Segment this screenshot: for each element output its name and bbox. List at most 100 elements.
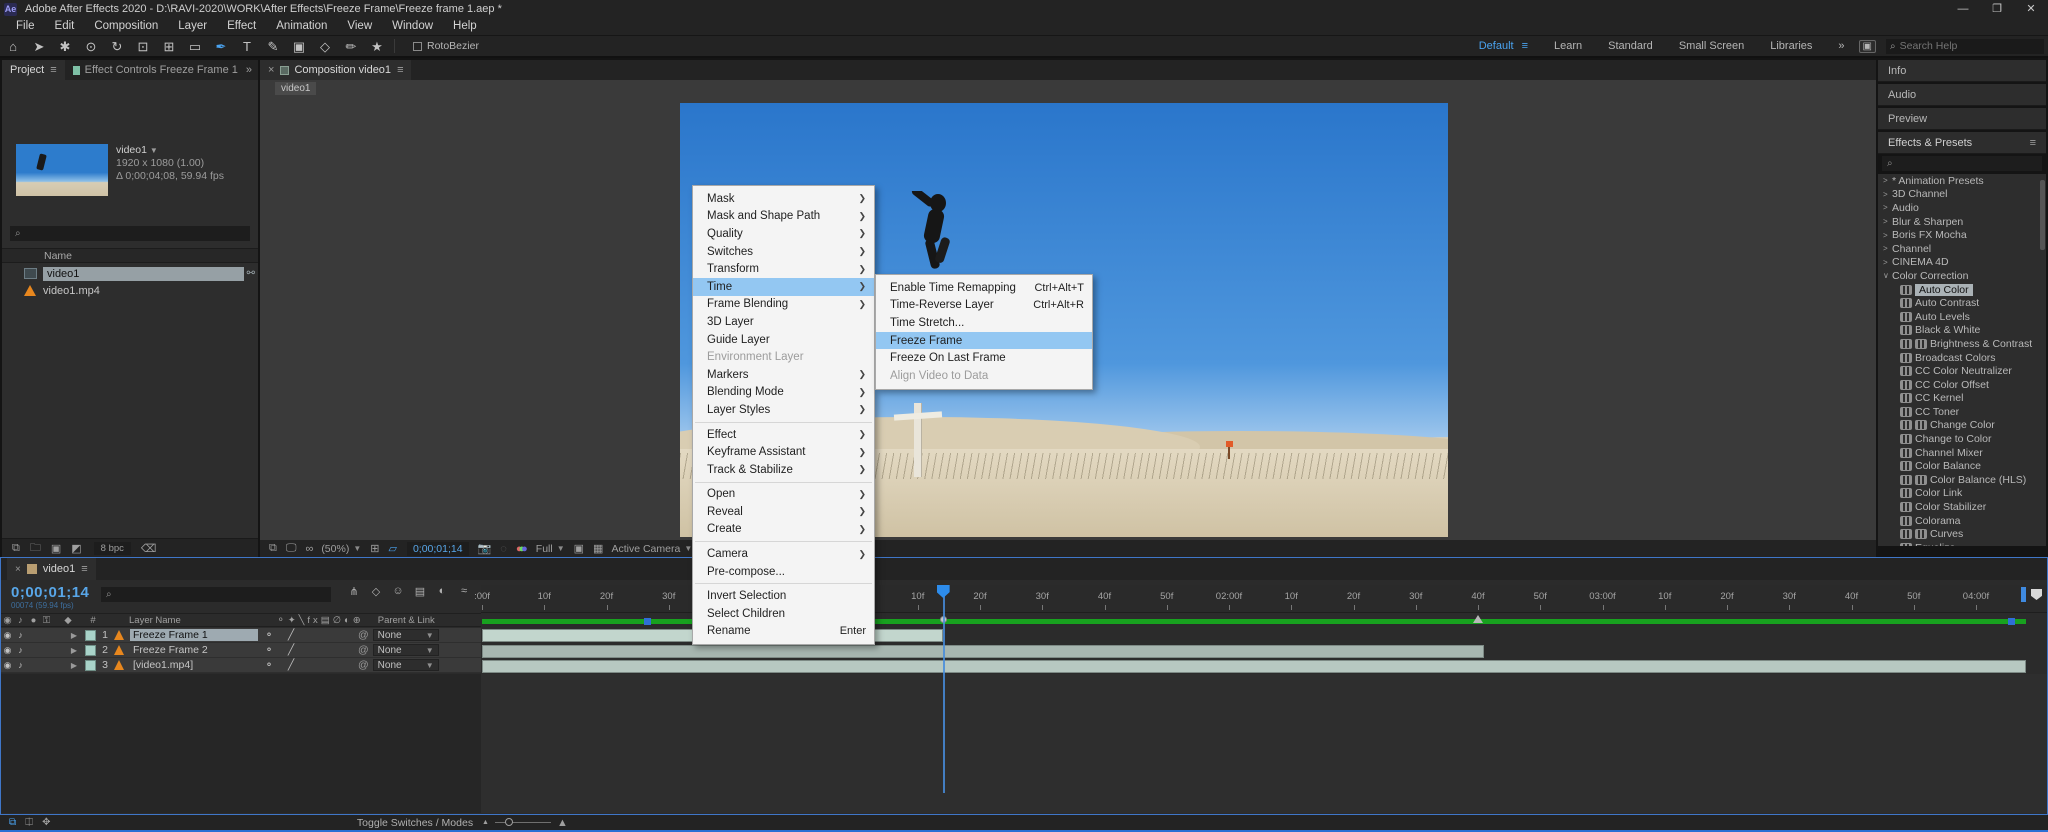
menu-item-mask-and-shape-path[interactable]: Mask and Shape Path❯ [693, 208, 874, 226]
fx-switch[interactable] [302, 629, 324, 641]
playhead-line[interactable] [943, 585, 945, 793]
effects-group--animation-presets[interactable]: >* Animation Presets [1878, 174, 2046, 188]
lock-icon[interactable] [40, 660, 53, 671]
effect-item-cc-toner[interactable]: CC Toner [1878, 405, 2046, 419]
effect-item-auto-contrast[interactable]: Auto Contrast [1878, 296, 2046, 310]
magnification-value[interactable]: (50%) [321, 543, 349, 555]
effect-item-change-to-color[interactable]: Change to Color [1878, 432, 2046, 446]
target-region-icon[interactable]: ▣ [574, 542, 584, 555]
effect-item-color-balance-hls-[interactable]: Color Balance (HLS) [1878, 473, 2046, 487]
effects-group-boris-fx-mocha[interactable]: >Boris FX Mocha [1878, 228, 2046, 242]
show-snapshot-icon[interactable]: ◌ [500, 543, 507, 555]
layer-name[interactable]: Freeze Frame 2 [130, 644, 258, 656]
close-button[interactable]: ✕ [2014, 0, 2048, 18]
project-search-input[interactable]: ⌕ [10, 226, 250, 241]
active-camera-value[interactable]: Active Camera [611, 543, 680, 555]
menu-item-reveal[interactable]: Reveal❯ [693, 503, 874, 521]
shape-tool[interactable]: ▭ [182, 36, 208, 57]
effect-item-curves[interactable]: Curves [1878, 527, 2046, 541]
effect-item-color-balance[interactable]: Color Balance [1878, 459, 2046, 473]
fx-switch[interactable] [302, 644, 324, 656]
draft-3d-icon[interactable]: ◇ [365, 585, 387, 598]
pick-whip-icon[interactable]: @ [358, 659, 369, 671]
pan-behind-tool[interactable]: ⊞ [156, 36, 182, 57]
effect-item-change-color[interactable]: Change Color [1878, 419, 2046, 433]
menu-item-time[interactable]: Time❯ [693, 278, 874, 296]
menu-item-pre-compose-[interactable]: Pre-compose... [693, 563, 874, 581]
effect-item-equalize[interactable]: Equalize [1878, 541, 2046, 546]
motion-blur-icon[interactable]: ◐ [431, 585, 453, 598]
pick-whip-icon[interactable]: @ [358, 629, 369, 641]
puppet-pin-tool[interactable]: ★ [364, 36, 390, 57]
selection-tool[interactable]: ➤ [26, 36, 52, 57]
audio-speaker-icon[interactable]: ♪ [14, 645, 27, 656]
menu-item-track-stabilize[interactable]: Track & Stabilize❯ [693, 461, 874, 479]
tab-project[interactable]: Project≡ [2, 60, 65, 80]
close-tab-icon[interactable]: × [268, 64, 274, 76]
tab-composition-video1[interactable]: × Composition video1 ≡ [260, 60, 411, 80]
quality-switch[interactable]: ╱ [280, 629, 302, 641]
zoom-in-icon[interactable]: ▲ [557, 817, 568, 829]
panel-menu-icon[interactable]: ≡ [50, 64, 56, 76]
effects-group-channel[interactable]: >Channel [1878, 242, 2046, 256]
home-button[interactable]: ⌂ [0, 36, 26, 57]
toggle-switches-modes-button[interactable]: Toggle Switches / Modes [330, 817, 500, 829]
workspace-standard[interactable]: Standard [1608, 40, 1653, 52]
effect-item-cc-color-neutralizer[interactable]: CC Color Neutralizer [1878, 364, 2046, 378]
panel-header-preview[interactable]: Preview [1878, 108, 2046, 130]
solo-icon[interactable] [27, 630, 40, 641]
comp-flowchart-icon[interactable]: ⋔ [343, 585, 365, 598]
layer-bar-2[interactable] [482, 645, 1484, 658]
media-browser-icon[interactable]: ▣ [1859, 40, 1876, 53]
layer-name[interactable]: Freeze Frame 1 [130, 629, 258, 641]
menu-item-create[interactable]: Create❯ [693, 521, 874, 539]
help-search-input[interactable] [1900, 40, 2020, 52]
effect-item-channel-mixer[interactable]: Channel Mixer [1878, 446, 2046, 460]
menu-item-switches[interactable]: Switches❯ [693, 243, 874, 261]
transparency-grid-icon[interactable]: ▦ [593, 542, 603, 555]
effect-item-auto-color[interactable]: Auto Color [1878, 283, 2046, 297]
zoom-tool[interactable]: ⊙ [78, 36, 104, 57]
menu-item-markers[interactable]: Markers❯ [693, 366, 874, 384]
label-color-chip[interactable] [85, 645, 96, 656]
menu-item-invert-selection[interactable]: Invert Selection [693, 587, 874, 605]
menu-effect[interactable]: Effect [217, 18, 266, 35]
menu-item-layer-styles[interactable]: Layer Styles❯ [693, 401, 874, 419]
submenu-item-time-reverse-layer[interactable]: Time-Reverse LayerCtrl+Alt+R [876, 297, 1092, 315]
panel-menu-icon[interactable]: ≡ [397, 64, 403, 76]
menu-item-quality[interactable]: Quality❯ [693, 225, 874, 243]
effect-item-color-stabilizer[interactable]: Color Stabilizer [1878, 500, 2046, 514]
workspace-default[interactable]: Default [1479, 40, 1514, 52]
timeline-search-input[interactable]: ⌕ [101, 587, 331, 602]
roto-brush-tool[interactable]: ✏ [338, 36, 364, 57]
layer-name[interactable]: [video1.mp4] [130, 659, 258, 671]
type-tool[interactable]: T [234, 36, 260, 57]
solo-icon[interactable] [27, 645, 40, 656]
pen-tool[interactable]: ✒ [208, 36, 234, 57]
project-item-video1.mp4[interactable]: video1.mp4 [2, 282, 258, 299]
camera-tool[interactable]: ⊡ [130, 36, 156, 57]
brush-tool[interactable]: ✎ [260, 36, 286, 57]
parent-dropdown[interactable]: None▼ [373, 629, 439, 641]
menu-item-blending-mode[interactable]: Blending Mode❯ [693, 384, 874, 402]
menu-animation[interactable]: Animation [266, 18, 337, 35]
minimize-button[interactable]: — [1946, 0, 1980, 18]
rotation-tool[interactable]: ↻ [104, 36, 130, 57]
expand-arrow-icon[interactable]: ▶ [67, 661, 81, 670]
menu-item-3d-layer[interactable]: 3D Layer [693, 313, 874, 331]
region-of-interest-icon[interactable]: ▱ [388, 542, 396, 555]
menu-item-frame-blending[interactable]: Frame Blending❯ [693, 296, 874, 314]
menu-window[interactable]: Window [382, 18, 443, 35]
grid-guides-icon[interactable]: ⊞ [370, 542, 379, 555]
menu-item-keyframe-assistant[interactable]: Keyframe Assistant❯ [693, 443, 874, 461]
layer-row-2[interactable]: ◉♪▶2Freeze Frame 2⚬╱@None▼ [1, 643, 481, 658]
menu-item-open[interactable]: Open❯ [693, 486, 874, 504]
shy-switch[interactable]: ⚬ [258, 659, 280, 671]
frame-blending-icon[interactable]: ▤ [409, 585, 431, 598]
work-area-end-handle[interactable] [2008, 618, 2015, 625]
vr-icon[interactable]: ∞ [305, 543, 313, 555]
menu-composition[interactable]: Composition [84, 18, 168, 35]
eraser-tool[interactable]: ◇ [312, 36, 338, 57]
effects-group-blur-sharpen[interactable]: >Blur & Sharpen [1878, 215, 2046, 229]
help-search[interactable]: ⌕ [1886, 39, 2044, 54]
